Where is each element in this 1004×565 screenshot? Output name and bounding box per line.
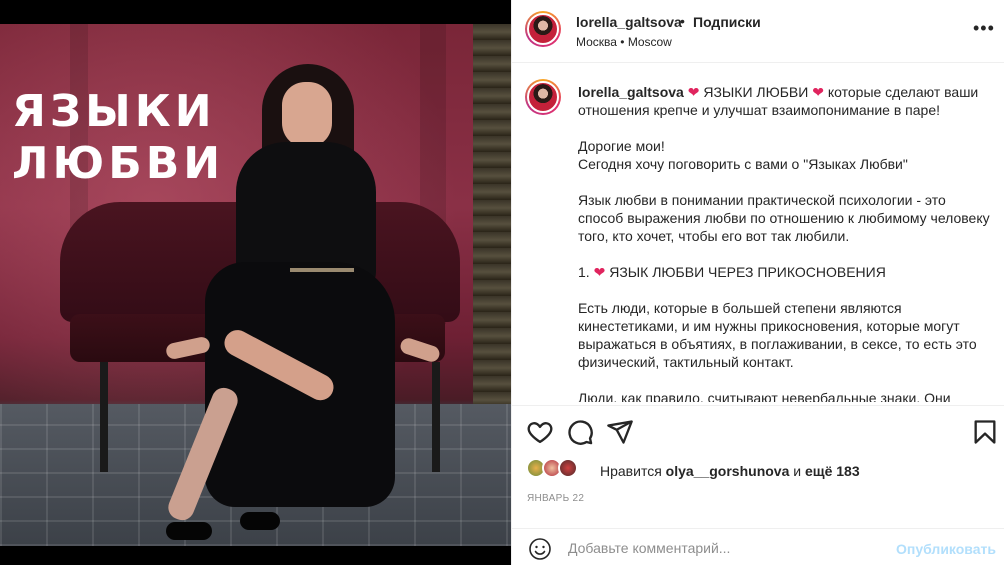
avatar[interactable] [525, 79, 561, 115]
caption-intro-title: ЯЗЫКИ ЛЮБВИ [703, 84, 809, 100]
caption-greeting: Дорогие мои! [578, 138, 665, 154]
shoe [240, 512, 280, 530]
comment-bar: Опубликовать [512, 528, 1004, 565]
image-overlay-title: ЯЗЫКИ ЛЮБВИ [12, 86, 224, 190]
dress-belt [290, 268, 354, 272]
comment-input[interactable] [568, 535, 868, 561]
likes-prefix: Нравится [600, 463, 662, 479]
caption-username[interactable]: lorella_galtsova [578, 84, 684, 100]
more-options-icon[interactable]: ••• [973, 18, 995, 39]
shoe [166, 522, 212, 540]
overlay-title-line: ЛЮБВИ [12, 138, 225, 189]
author-username[interactable]: lorella_galtsova [576, 14, 682, 30]
liker-username[interactable]: olya__gorshunova [666, 463, 790, 479]
avatar[interactable] [525, 11, 561, 47]
post-media[interactable]: ЯЗЫКИ ЛЮБВИ [0, 0, 511, 565]
smiley-icon[interactable] [528, 537, 552, 561]
caption-line: Сегодня хочу поговорить с вами о "Языках… [578, 156, 908, 172]
list-item-title: ЯЗЫК ЛЮБВИ ЧЕРЕЗ ПРИКОСНОВЕНИЯ [609, 264, 886, 280]
post-caption: lorella_galtsova ❤ ЯЗЫКИ ЛЮБВИ ❤ которые… [512, 64, 1004, 402]
post-date[interactable]: ЯНВАРЬ 22 [527, 493, 584, 504]
post-header: lorella_galtsova • Подписки Москва • Mos… [512, 0, 1004, 63]
publish-button[interactable]: Опубликовать [896, 541, 996, 557]
decor-panel [473, 24, 511, 422]
likes-conj: и [793, 463, 802, 479]
heart-emoji-icon: ❤ [812, 84, 824, 100]
list-number: 1. [578, 264, 590, 280]
following-button[interactable]: Подписки [693, 14, 761, 30]
post-side-panel: lorella_galtsova • Подписки Москва • Mos… [511, 0, 1004, 565]
heart-emoji-icon: ❤ [593, 264, 606, 280]
action-bar [512, 405, 1004, 453]
avatar[interactable] [558, 458, 578, 478]
heart-icon[interactable] [526, 418, 554, 446]
likes-count[interactable]: ещё 183 [805, 463, 860, 479]
caption-paragraph: Есть люди, которые в большей степени явл… [578, 300, 977, 370]
overlay-title-line: ЯЗЫКИ [12, 86, 216, 137]
caption-text: lorella_galtsova ❤ ЯЗЫКИ ЛЮБВИ ❤ которые… [578, 83, 990, 402]
caption-paragraph: Язык любви в понимании практической псих… [578, 192, 990, 244]
separator-dot: • [680, 13, 685, 29]
comment-icon[interactable] [566, 418, 594, 446]
location-link[interactable]: Москва • Moscow [576, 35, 672, 49]
caption-paragraph: Люди, как правило, считывают невербальны… [578, 390, 951, 402]
bookmark-icon[interactable] [971, 418, 999, 446]
heart-emoji-icon: ❤ [687, 84, 700, 100]
couch-leg [432, 362, 440, 472]
share-icon[interactable] [606, 418, 634, 446]
likes-text: Нравится olya__gorshunova и ещё 183 [600, 463, 860, 479]
couch-leg [100, 362, 108, 472]
woman-face [282, 82, 332, 148]
post-photo[interactable]: ЯЗЫКИ ЛЮБВИ [0, 24, 511, 546]
